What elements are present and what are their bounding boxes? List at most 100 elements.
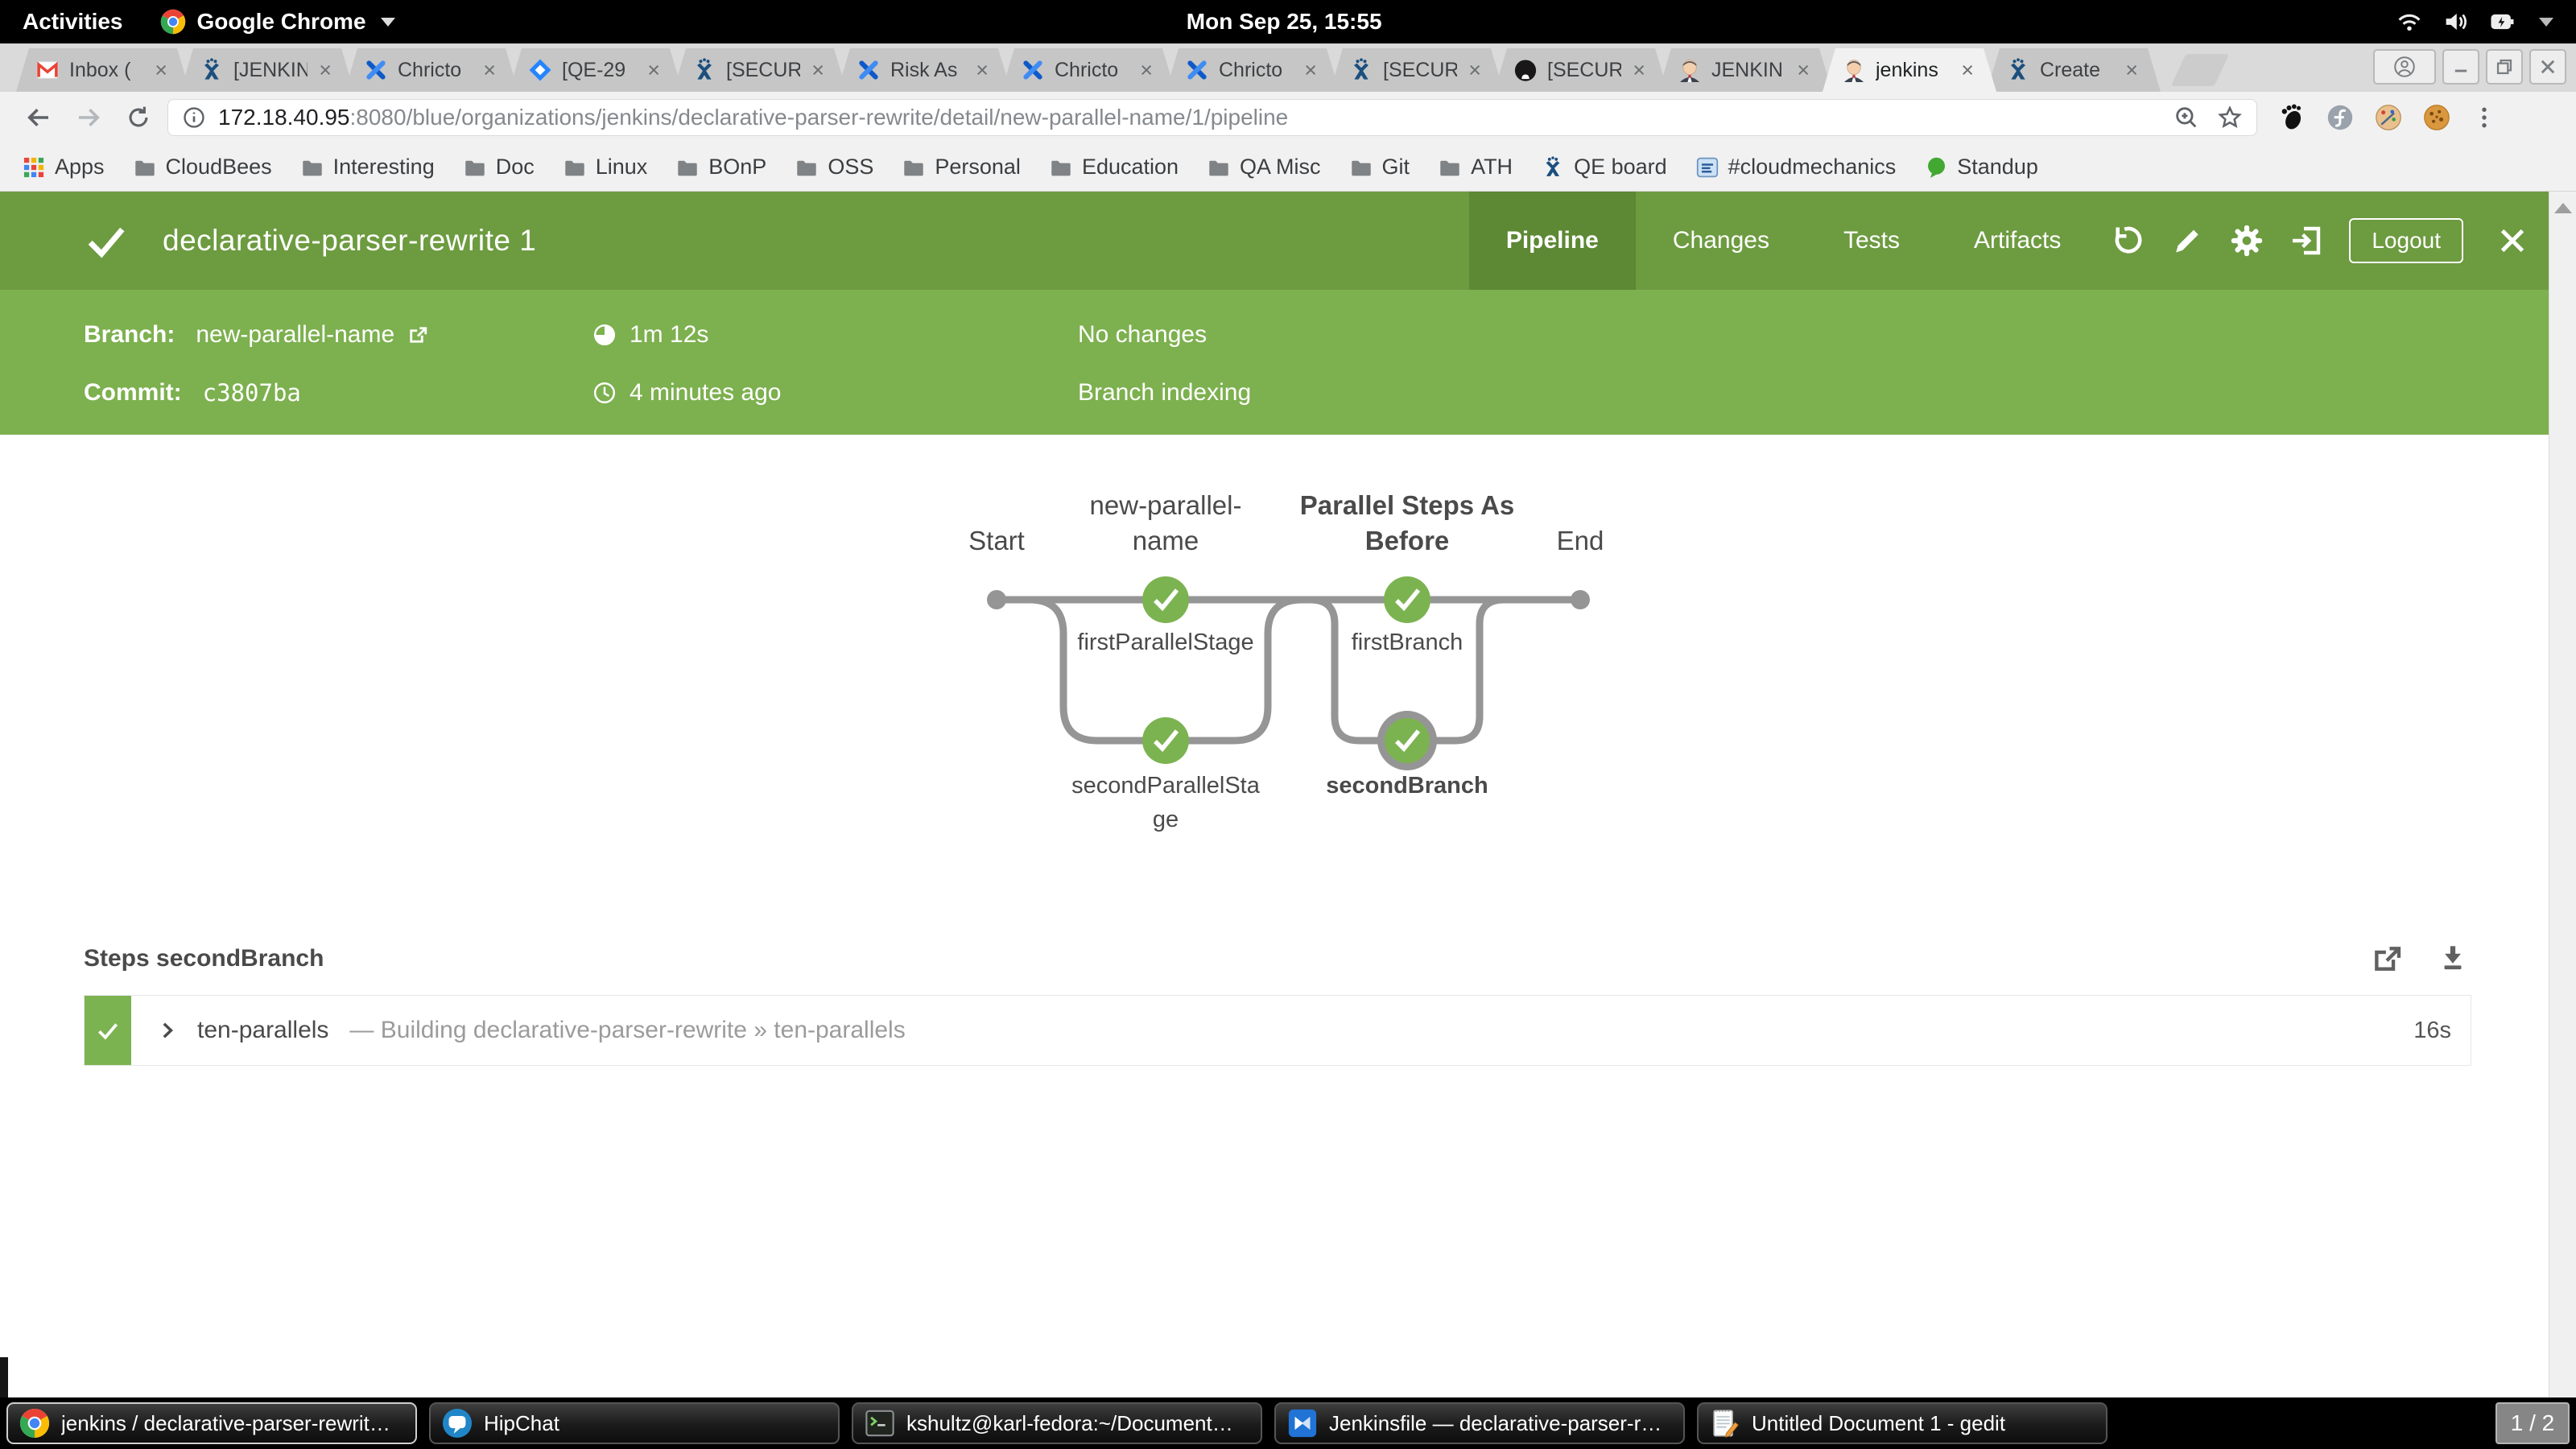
browser-tab-secur-1[interactable]: [SECUR× xyxy=(673,48,847,92)
browser-tab-risk[interactable]: Risk As× xyxy=(837,48,1011,92)
taskbar-window-hipchat[interactable]: HipChat xyxy=(429,1402,840,1444)
workspace-pager[interactable]: 1 / 2 xyxy=(2496,1402,2570,1444)
profile-button[interactable] xyxy=(2373,49,2436,85)
tab-close-icon[interactable]: × xyxy=(1959,58,1975,83)
taskbar-window-jenkinsfile-editor[interactable]: Jenkinsfile — declarative-parser-r… xyxy=(1274,1402,1685,1444)
tab-close-icon[interactable]: × xyxy=(974,58,990,83)
step-row-ten-parallels[interactable]: ten-parallels — Building declarative-par… xyxy=(84,995,2471,1066)
tab-pipeline[interactable]: Pipeline xyxy=(1469,192,1636,290)
changes-value: No changes xyxy=(1078,321,1207,349)
bookmark-cloudmechanics[interactable]: #cloudmechanics xyxy=(1696,155,1897,180)
browser-tab-jenkins-1[interactable]: JENKIN× xyxy=(1658,48,1832,92)
bookmark-qe-board[interactable]: QE board xyxy=(1542,155,1667,180)
browser-tab-jenkin-jira[interactable]: [JENKIN× xyxy=(180,48,354,92)
scrollbar[interactable] xyxy=(2549,192,2576,1397)
palette-extension-icon[interactable] xyxy=(2373,102,2404,133)
window-restore-button[interactable] xyxy=(2486,49,2523,85)
tab-changes[interactable]: Changes xyxy=(1636,192,1806,290)
taskbar-window-terminal[interactable]: kshultz@karl-fedora:~/Document… xyxy=(852,1402,1262,1444)
address-bar[interactable]: 172.18.40.95:8080/blue/organizations/jen… xyxy=(167,99,2257,136)
bookmark-star-icon[interactable] xyxy=(2216,104,2244,131)
download-logs-icon[interactable] xyxy=(2434,940,2471,977)
tab-artifacts[interactable]: Artifacts xyxy=(1937,192,2098,290)
chevron-right-icon[interactable] xyxy=(155,1018,180,1042)
browser-tab-inbox[interactable]: Inbox (× xyxy=(16,48,190,92)
tab-close-icon[interactable]: × xyxy=(1467,58,1483,83)
close-run-button[interactable] xyxy=(2476,192,2549,290)
browser-tab-qe29[interactable]: [QE-29× xyxy=(509,48,683,92)
window-close-button[interactable] xyxy=(2529,49,2566,85)
node-first-parallel-stage[interactable] xyxy=(1142,576,1189,623)
gnome-foot-extension-icon[interactable] xyxy=(2277,102,2307,133)
tab-tests[interactable]: Tests xyxy=(1806,192,1937,290)
bookmark-folder-ath[interactable]: ATH xyxy=(1439,155,1513,180)
edit-pipeline-button[interactable] xyxy=(2157,192,2217,290)
bookmark-folder-interesting[interactable]: Interesting xyxy=(301,155,435,180)
browser-tab-chricto-2[interactable]: Chricto× xyxy=(1001,48,1175,92)
tab-close-icon[interactable]: × xyxy=(153,58,169,83)
bookmark-folder-education[interactable]: Education xyxy=(1050,155,1179,180)
tab-close-icon[interactable]: × xyxy=(1302,58,1319,83)
jenkins-icon xyxy=(1678,58,1702,82)
terminal-icon xyxy=(865,1408,895,1439)
tab-close-icon[interactable]: × xyxy=(1795,58,1811,83)
folder-icon xyxy=(795,156,818,179)
tab-close-icon[interactable]: × xyxy=(2124,58,2140,83)
bookmark-standup[interactable]: Standup xyxy=(1925,155,2038,180)
bookmark-folder-git[interactable]: Git xyxy=(1350,155,1410,180)
tab-close-icon[interactable]: × xyxy=(810,58,826,83)
browser-tab-create[interactable]: Create× xyxy=(1987,48,2161,92)
pencil-icon xyxy=(2170,224,2204,258)
window-minimize-button[interactable] xyxy=(2442,49,2479,85)
clock[interactable]: Mon Sep 25, 15:55 xyxy=(1187,9,1382,35)
tab-close-icon[interactable]: × xyxy=(1138,58,1154,83)
time-ago-row: 4 minutes ago xyxy=(591,375,1078,411)
cookie-extension-icon[interactable] xyxy=(2421,102,2452,133)
system-status-area[interactable] xyxy=(2396,8,2553,35)
tab-close-icon[interactable]: × xyxy=(646,58,662,83)
tab-close-icon[interactable]: × xyxy=(317,58,333,83)
bookmark-apps[interactable]: Apps xyxy=(23,155,105,180)
browser-tab-chricto-3[interactable]: Chricto× xyxy=(1166,48,1340,92)
forward-button[interactable] xyxy=(68,97,109,138)
node-first-branch[interactable] xyxy=(1384,576,1430,623)
logout-button[interactable]: Logout xyxy=(2349,218,2463,263)
bookmark-folder-doc[interactable]: Doc xyxy=(464,155,535,180)
activities-button[interactable]: Activities xyxy=(23,9,123,35)
bookmark-folder-linux[interactable]: Linux xyxy=(564,155,648,180)
node-second-branch-selected[interactable] xyxy=(1377,711,1437,770)
bookmark-folder-qa-misc[interactable]: QA Misc xyxy=(1208,155,1321,180)
new-tab-button[interactable] xyxy=(2171,54,2230,86)
graph-start-node xyxy=(987,590,1006,609)
open-logs-external-link-icon[interactable] xyxy=(2368,940,2405,977)
browser-menu-icon[interactable] xyxy=(2470,103,2499,132)
app-menu[interactable]: Google Chrome xyxy=(160,9,395,35)
node-second-parallel-stage[interactable] xyxy=(1142,717,1189,764)
external-link-icon[interactable] xyxy=(406,323,430,347)
bookmark-folder-bonp[interactable]: BOnP xyxy=(676,155,766,180)
taskbar-window-gedit[interactable]: Untitled Document 1 - gedit xyxy=(1697,1402,2107,1444)
browser-tab-jenkins-active[interactable]: jenkins× xyxy=(1823,48,1996,92)
tab-close-icon[interactable]: × xyxy=(481,58,497,83)
browser-tab-chricto-1[interactable]: Chricto× xyxy=(345,48,518,92)
page-info-icon[interactable] xyxy=(181,105,207,130)
bookmark-folder-cloudbees[interactable]: CloudBees xyxy=(134,155,272,180)
check-icon xyxy=(96,1018,120,1042)
fedora-extension-icon[interactable] xyxy=(2325,102,2355,133)
zoom-icon[interactable] xyxy=(2173,104,2200,131)
browser-tab-secur-2[interactable]: [SECUR× xyxy=(1330,48,1504,92)
browser-tab-secur-github[interactable]: [SECUR× xyxy=(1494,48,1668,92)
bookmark-folder-personal[interactable]: Personal xyxy=(902,155,1021,180)
reload-button[interactable] xyxy=(118,97,159,138)
branch-link[interactable]: new-parallel-name xyxy=(196,321,394,349)
rerun-button[interactable] xyxy=(2098,192,2157,290)
taskbar-window-chrome[interactable]: jenkins / declarative-parser-rewrit… xyxy=(6,1402,417,1444)
jira-icon xyxy=(1349,58,1373,82)
back-button[interactable] xyxy=(18,97,60,138)
commit-hash: c3807ba xyxy=(203,379,301,407)
go-to-classic-button[interactable] xyxy=(2277,192,2336,290)
tab-close-icon[interactable]: × xyxy=(1631,58,1647,83)
bookmark-folder-oss[interactable]: OSS xyxy=(795,155,873,180)
scroll-up-arrow-icon[interactable] xyxy=(2554,203,2572,213)
settings-button[interactable] xyxy=(2217,192,2277,290)
